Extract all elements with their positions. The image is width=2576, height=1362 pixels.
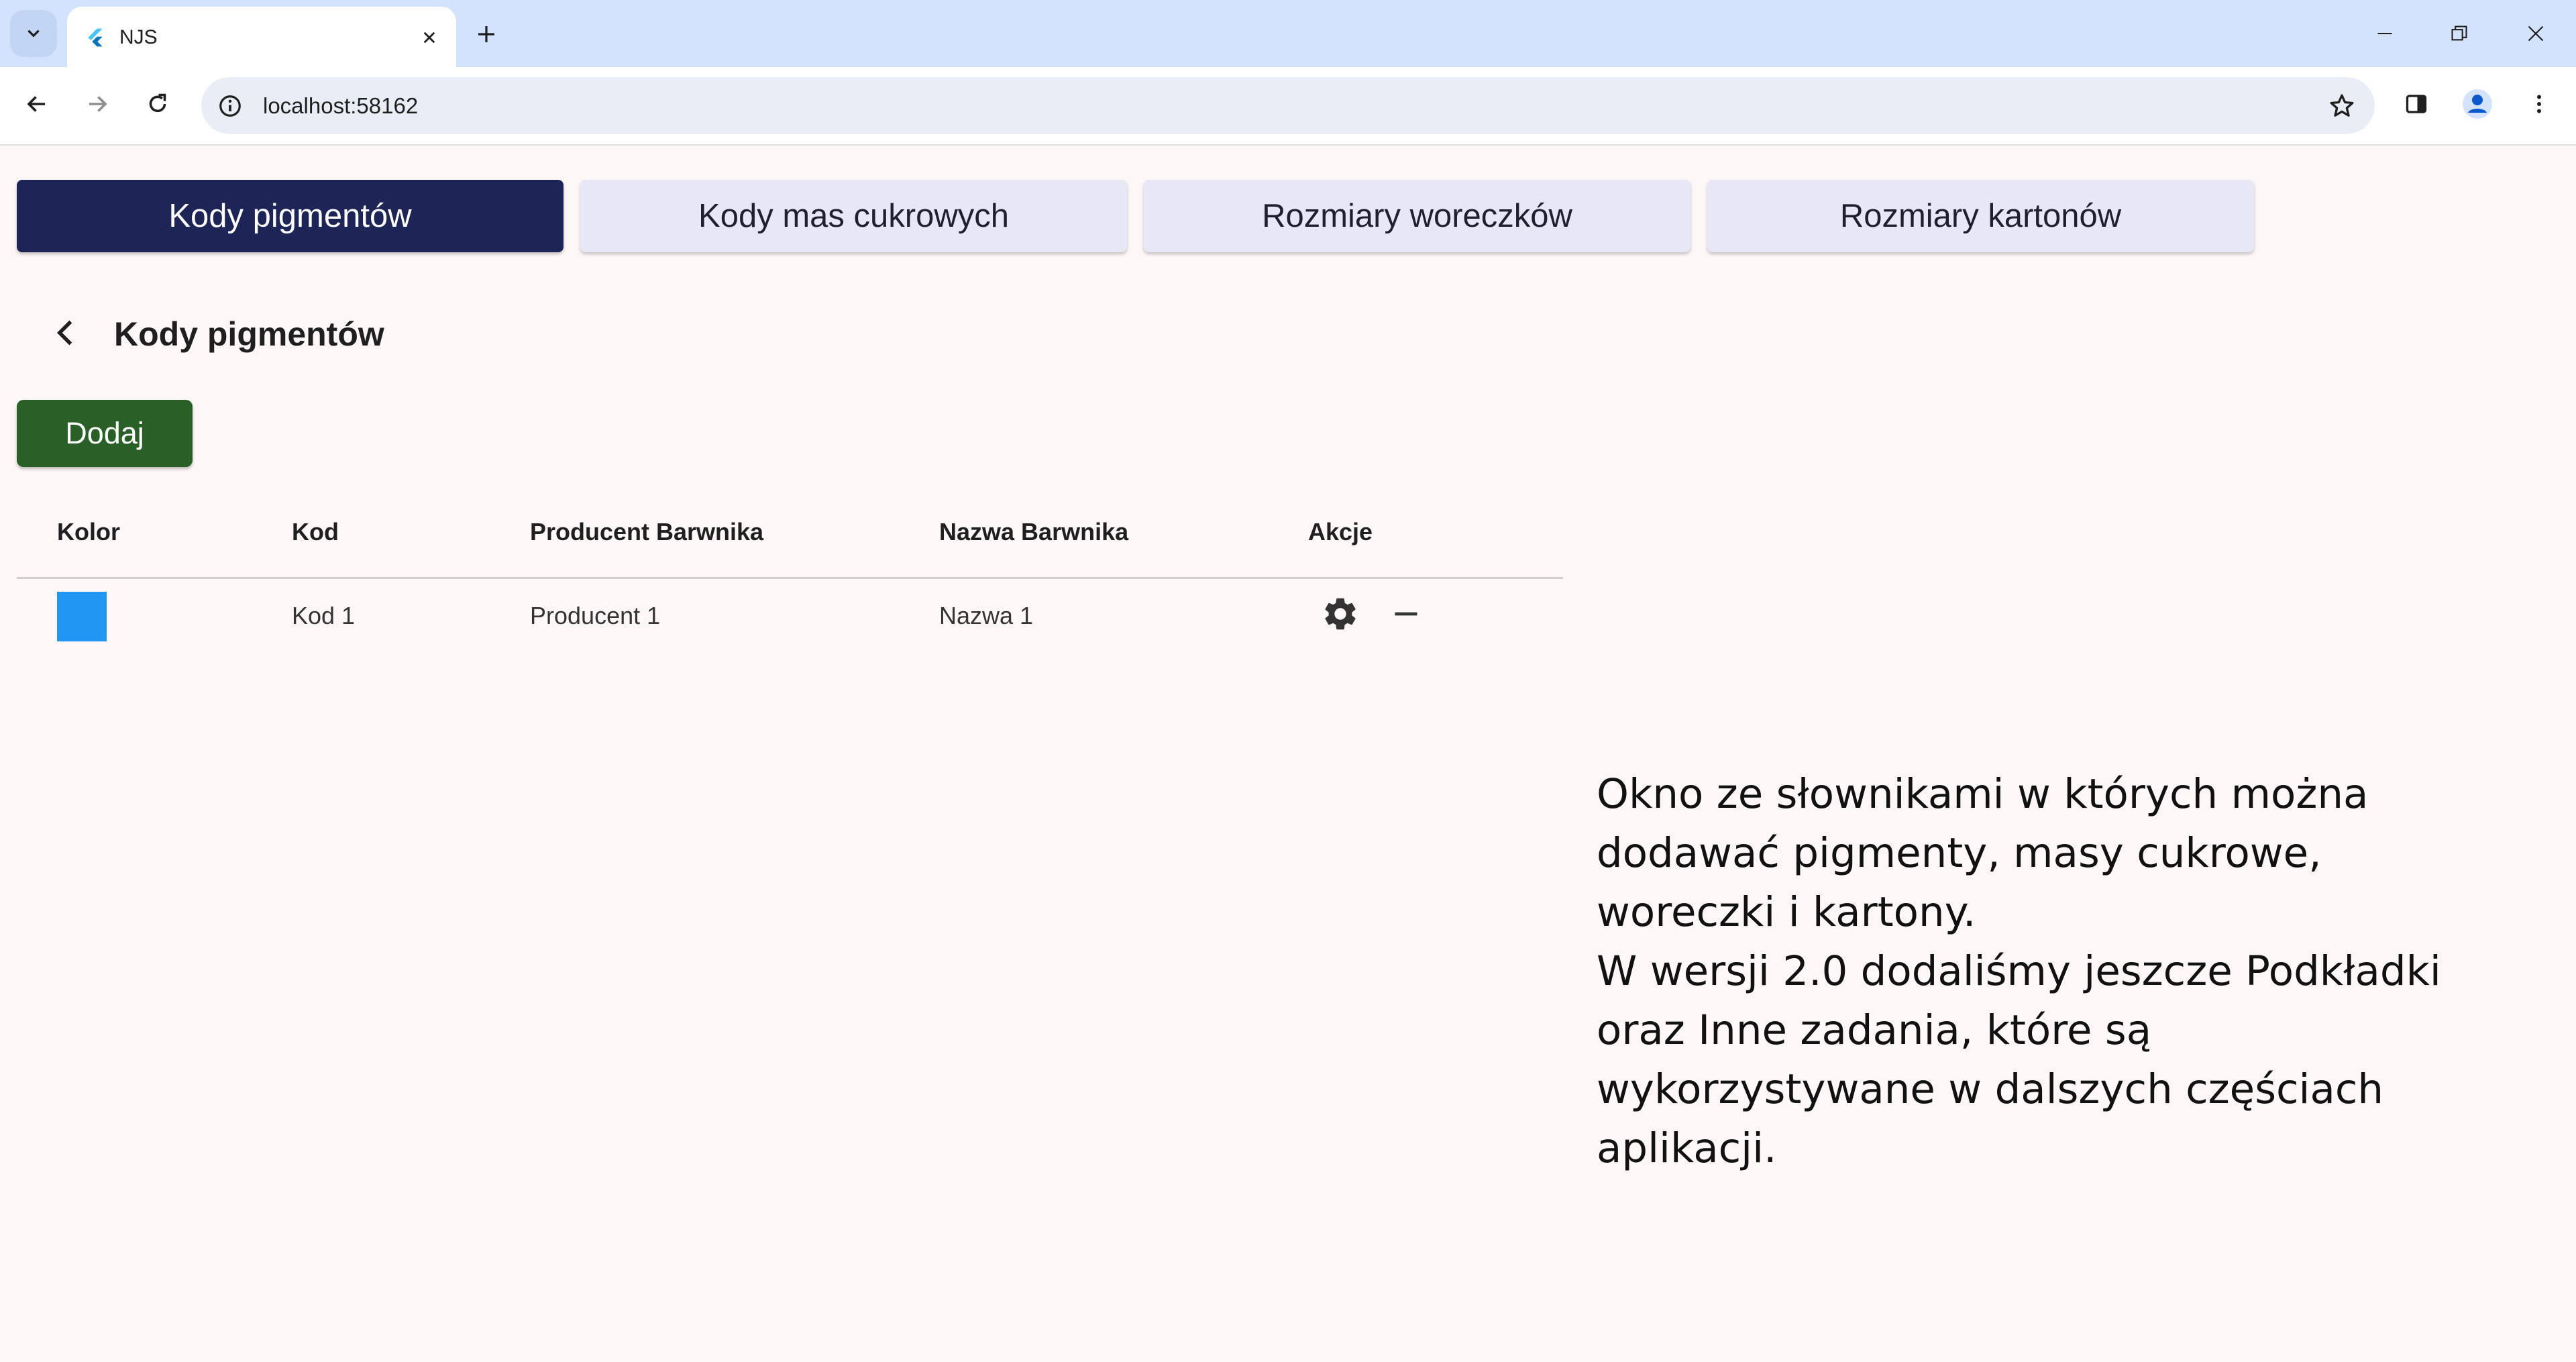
tab-close-button[interactable]	[416, 24, 443, 51]
bookmark-button[interactable]	[2326, 91, 2357, 121]
star-icon	[2330, 94, 2354, 117]
side-panel-icon	[2406, 95, 2427, 113]
add-button[interactable]: Dodaj	[17, 400, 193, 467]
tab-title: NJS	[119, 26, 158, 48]
window-close-button[interactable]	[2516, 13, 2556, 54]
column-header-nazwa: Nazwa Barwnika	[939, 518, 1129, 545]
chevron-down-icon	[28, 30, 40, 38]
column-header-kolor: Kolor	[57, 518, 120, 545]
edit-button[interactable]	[1317, 590, 1364, 637]
tab-kody-mas-cukrowych[interactable]: Kody mas cukrowych	[580, 180, 1127, 252]
reload-button[interactable]	[138, 84, 178, 124]
description-line: dodawać pigmenty, masy cukrowe,	[1597, 829, 2322, 877]
arrow-left-icon	[27, 96, 45, 112]
browser-tabstrip: NJS	[0, 0, 2576, 67]
column-header-kod: Kod	[292, 518, 339, 545]
site-info-button[interactable]	[215, 91, 246, 121]
browser-toolbar: localhost:58162	[0, 67, 2576, 146]
minus-icon	[1395, 612, 1417, 616]
column-header-producent: Producent Barwnika	[530, 518, 764, 545]
cell-nazwa: Nazwa 1	[939, 602, 1034, 629]
restore-icon	[2451, 25, 2467, 41]
description-line: woreczki i kartony.	[1597, 888, 1976, 936]
column-header-akcje: Akcje	[1308, 518, 1373, 545]
gear-icon	[1325, 598, 1356, 630]
table-header-divider	[17, 577, 1563, 579]
chevron-left-icon	[56, 320, 72, 346]
cell-producent: Producent 1	[530, 602, 661, 629]
delete-button[interactable]	[1383, 590, 1430, 637]
minimize-button[interactable]	[2365, 13, 2405, 54]
flutter-icon	[88, 28, 103, 47]
description-line: W wersji 2.0 dodaliśmy jeszcze Podkładki	[1597, 947, 2441, 995]
info-icon	[219, 95, 241, 117]
tab-rozmiary-kartonow[interactable]: Rozmiary kartonów	[1707, 180, 2254, 252]
arrow-right-icon	[89, 96, 107, 112]
avatar-icon	[2463, 89, 2492, 119]
description-text: Okno ze słownikami w których można dodaw…	[1597, 765, 2482, 1178]
side-panel-button[interactable]	[2396, 84, 2436, 124]
description-line: oraz Inne zadania, które są	[1597, 1006, 2152, 1054]
plus-icon	[478, 26, 494, 42]
new-tab-button[interactable]	[470, 17, 503, 51]
page-title: Kody pigmentów	[114, 315, 384, 353]
tab-search-button[interactable]	[10, 10, 57, 57]
description-line: Okno ze słownikami w których można	[1597, 770, 2369, 818]
forward-button[interactable]	[77, 84, 117, 124]
description-line: aplikacji.	[1597, 1124, 1777, 1172]
tab-rozmiary-woreczkow[interactable]: Rozmiary woreczków	[1144, 180, 1690, 252]
back-button[interactable]	[17, 84, 57, 124]
color-swatch	[57, 592, 107, 641]
more-vert-icon	[2537, 95, 2541, 113]
close-icon	[2528, 25, 2544, 42]
cell-kod: Kod 1	[292, 602, 356, 629]
tab-kody-pigmentow[interactable]: Kody pigmentów	[17, 180, 564, 252]
menu-button[interactable]	[2519, 84, 2559, 124]
back-arrow-button[interactable]	[46, 313, 86, 353]
profile-button[interactable]	[2457, 84, 2498, 124]
description-line: wykorzystywane w dalszych częściach	[1597, 1065, 2384, 1113]
minimize-icon	[2377, 32, 2392, 35]
reload-icon	[149, 93, 166, 113]
close-icon	[423, 32, 435, 44]
address-bar[interactable]: localhost:58162	[201, 77, 2375, 134]
url-text: localhost:58162	[263, 93, 419, 118]
browser-tab[interactable]: NJS	[67, 7, 456, 67]
restore-button[interactable]	[2439, 13, 2479, 54]
